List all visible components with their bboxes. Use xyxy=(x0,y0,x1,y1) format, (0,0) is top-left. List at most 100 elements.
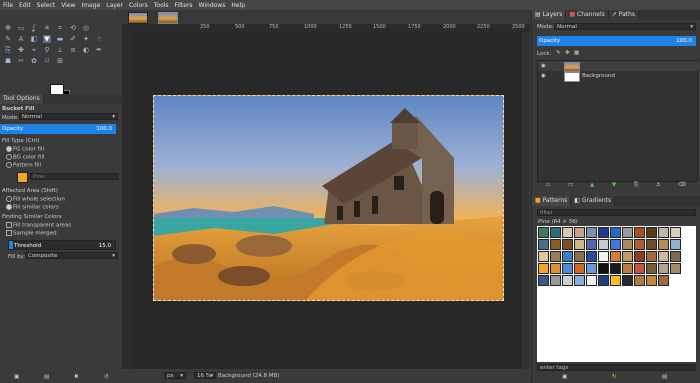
foreground-select-tool-icon[interactable]: ☗ xyxy=(4,57,12,65)
delete-layer-icon[interactable]: ⌫ xyxy=(678,182,686,188)
pattern-swatch[interactable] xyxy=(622,275,633,286)
pattern-swatch[interactable] xyxy=(538,263,549,274)
pattern-filter-input[interactable]: filter xyxy=(537,209,696,216)
tab-tool-options[interactable]: Tool Options xyxy=(0,94,44,104)
lock-alpha-icon[interactable]: ▦ xyxy=(574,50,579,56)
layer-mode-dropdown[interactable]: Normal ▾ xyxy=(554,23,696,30)
lower-layer-icon[interactable]: ▼ xyxy=(612,182,616,188)
pattern-swatch[interactable] xyxy=(598,263,609,274)
pattern-swatch[interactable] xyxy=(634,239,645,250)
pattern-swatch[interactable] xyxy=(658,263,669,274)
pattern-swatch[interactable] xyxy=(574,227,585,238)
tab-gradients[interactable]: ◧ Gradients xyxy=(571,196,616,206)
measure-tool-icon[interactable]: ⟂ xyxy=(56,46,64,54)
pattern-swatch[interactable] xyxy=(658,227,669,238)
pattern-swatch[interactable] xyxy=(670,227,681,238)
zoom-dropdown[interactable]: 16 % ▾ xyxy=(194,372,216,379)
pattern-swatch[interactable] xyxy=(658,275,669,286)
pattern-swatch[interactable] xyxy=(598,251,609,262)
layer-row[interactable]: ◉ Background xyxy=(538,71,699,82)
pattern-tags-input[interactable]: enter tags xyxy=(537,364,696,371)
pattern-swatch[interactable] xyxy=(538,275,549,286)
pattern-swatch[interactable] xyxy=(622,251,633,262)
pattern-swatch[interactable] xyxy=(586,239,597,250)
image-tab-thumbnail[interactable] xyxy=(128,12,148,24)
radio-fg-fill[interactable]: FG color fill xyxy=(6,146,44,153)
anchor-layer-icon[interactable]: ⚓ xyxy=(656,182,661,188)
pattern-swatch[interactable] xyxy=(550,275,561,286)
tab-paths[interactable]: ↗ Paths xyxy=(608,10,640,20)
vertical-scrollbar[interactable] xyxy=(522,32,530,369)
unit-dropdown[interactable]: px ▾ xyxy=(164,372,186,379)
pattern-swatch[interactable] xyxy=(17,172,28,183)
pattern-swatch[interactable] xyxy=(670,239,681,250)
lock-position-icon[interactable]: ✥ xyxy=(565,50,570,56)
fill-by-dropdown[interactable]: Composite ▾ xyxy=(25,252,118,259)
menu-file[interactable]: File xyxy=(0,2,16,9)
menu-edit[interactable]: Edit xyxy=(16,2,34,9)
raise-layer-icon[interactable]: ▲ xyxy=(590,182,594,188)
pattern-swatch[interactable] xyxy=(574,263,585,274)
refresh-patterns-icon[interactable]: ↻ xyxy=(612,374,617,380)
pattern-swatch[interactable] xyxy=(610,239,621,250)
open-pattern-folder-icon[interactable]: ▤ xyxy=(662,374,667,380)
pattern-swatch[interactable] xyxy=(550,227,561,238)
ink-tool-icon[interactable]: ✒ xyxy=(95,46,103,54)
pattern-swatch[interactable] xyxy=(538,239,549,250)
tab-layers[interactable]: ▤ Layers xyxy=(532,10,567,20)
menu-image[interactable]: Image xyxy=(78,2,103,9)
menu-colors[interactable]: Colors xyxy=(126,2,151,9)
lock-pixels-icon[interactable]: ✎ xyxy=(556,50,561,56)
sample-merged-checkbox[interactable]: Sample merged xyxy=(6,230,57,237)
pattern-swatch[interactable] xyxy=(550,239,561,250)
pattern-swatch[interactable] xyxy=(574,251,585,262)
pattern-swatch[interactable] xyxy=(562,275,573,286)
pattern-swatch[interactable] xyxy=(586,263,597,274)
pattern-swatch[interactable] xyxy=(610,251,621,262)
pattern-swatch[interactable] xyxy=(610,263,621,274)
rect-select-tool-icon[interactable]: ▭ xyxy=(17,24,25,32)
cage-transform-tool-icon[interactable]: ⌑ xyxy=(43,57,51,65)
menu-filters[interactable]: Filters xyxy=(172,2,196,9)
text-tool-icon[interactable]: A xyxy=(17,35,25,43)
pattern-swatch[interactable] xyxy=(670,263,681,274)
pattern-swatch[interactable] xyxy=(562,227,573,238)
handle-transform-tool-icon[interactable]: ⊞ xyxy=(56,57,64,65)
opacity-slider[interactable]: Opacity 100.0 xyxy=(0,124,116,134)
pattern-swatch[interactable] xyxy=(562,263,573,274)
menu-tools[interactable]: Tools xyxy=(151,2,172,9)
dodge-burn-tool-icon[interactable]: ◐ xyxy=(82,46,90,54)
eye-icon[interactable]: ◉ xyxy=(541,71,546,81)
clone-tool-icon[interactable]: ⎘ xyxy=(4,46,12,54)
pattern-swatch[interactable] xyxy=(622,263,633,274)
pattern-swatch[interactable] xyxy=(574,275,585,286)
bucket-fill-tool-icon[interactable]: ▼ xyxy=(43,35,51,43)
pattern-swatch[interactable] xyxy=(598,239,609,250)
pattern-swatch[interactable] xyxy=(634,251,645,262)
tab-channels[interactable]: ■ Channels xyxy=(566,10,609,20)
tab-patterns[interactable]: ■ Patterns xyxy=(532,196,572,206)
edit-pattern-icon[interactable]: ▣ xyxy=(562,374,567,380)
pattern-swatch[interactable] xyxy=(598,275,609,286)
pattern-swatch[interactable] xyxy=(598,227,609,238)
restore-options-icon[interactable]: ▤ xyxy=(44,374,49,380)
pattern-swatch[interactable] xyxy=(622,227,633,238)
pattern-swatch[interactable] xyxy=(646,251,657,262)
pattern-swatch[interactable] xyxy=(550,263,561,274)
menu-view[interactable]: View xyxy=(58,2,78,9)
scissors-tool-icon[interactable]: ✂ xyxy=(17,57,25,65)
color-picker-tool-icon[interactable]: ⌖ xyxy=(30,46,38,54)
pattern-swatch[interactable] xyxy=(610,275,621,286)
smudge-tool-icon[interactable]: ☝ xyxy=(95,35,103,43)
radio-fill-similar-colors[interactable]: Fill similar colors xyxy=(6,204,59,211)
pattern-swatch[interactable] xyxy=(538,227,549,238)
menu-help[interactable]: Help xyxy=(228,2,248,9)
new-group-icon[interactable]: ▭ xyxy=(568,182,573,188)
pattern-swatch[interactable] xyxy=(658,251,669,262)
paths-tool-icon[interactable]: ✎ xyxy=(4,35,12,43)
horizontal-ruler[interactable]: 250 500 750 1000 1250 1500 1750 2000 225… xyxy=(132,24,530,32)
vertical-ruler[interactable] xyxy=(122,32,132,369)
pattern-name-field[interactable]: Pine xyxy=(30,173,118,180)
pattern-swatch[interactable] xyxy=(646,239,657,250)
pattern-swatch[interactable] xyxy=(610,227,621,238)
